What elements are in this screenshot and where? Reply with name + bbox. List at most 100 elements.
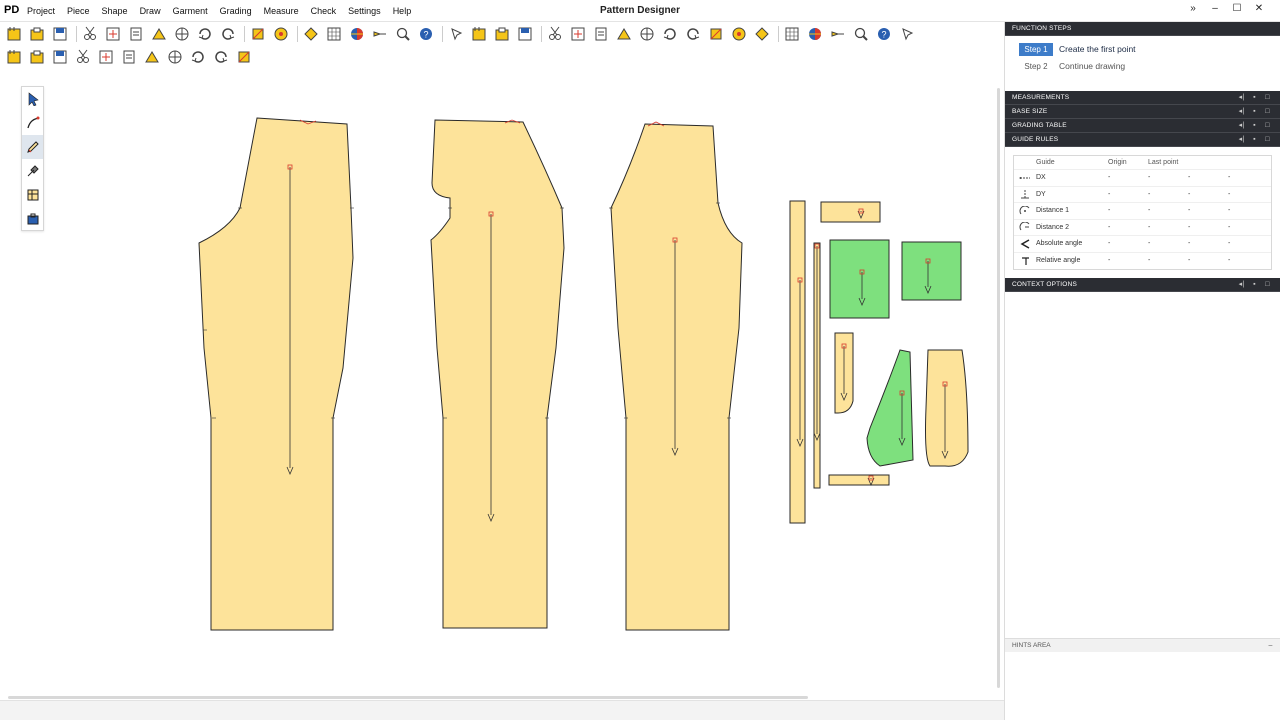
select-point-icon[interactable]: [4, 47, 24, 67]
guide-row[interactable]: Distance 1 - - - -: [1014, 203, 1271, 220]
step-1[interactable]: Step 1 Create the first point: [1019, 41, 1280, 57]
dock-icon[interactable]: ◂|: [1235, 278, 1248, 292]
rotate-icon[interactable]: [96, 47, 116, 67]
redo-icon[interactable]: [271, 24, 291, 44]
base-size-header[interactable]: BASE SIZE ◂| ▪ □: [1005, 105, 1280, 119]
menu-piece[interactable]: Piece: [67, 6, 90, 16]
ellipse-icon[interactable]: [50, 47, 70, 67]
measure-icon[interactable]: [706, 24, 726, 44]
menu-grading[interactable]: Grading: [220, 6, 252, 16]
pocket-bag-green-piece-2[interactable]: [901, 241, 962, 301]
cut-icon[interactable]: [80, 24, 100, 44]
guide-row[interactable]: DY - - - -: [1014, 187, 1271, 203]
menu-shape[interactable]: Shape: [102, 6, 128, 16]
piece-icon[interactable]: [301, 24, 321, 44]
notch-icon[interactable]: [805, 24, 825, 44]
vertical-scroll-thumb[interactable]: [997, 88, 1000, 688]
pattern-canvas[interactable]: [0, 68, 1000, 698]
back-trouser-piece[interactable]: [430, 119, 565, 629]
arrow-tool-icon[interactable]: [446, 24, 466, 44]
piece-add-icon[interactable]: [370, 24, 390, 44]
table-icon[interactable]: [492, 24, 512, 44]
paste-piece-icon[interactable]: [172, 24, 192, 44]
menu-measure[interactable]: Measure: [264, 6, 299, 16]
front-trouser-left-piece[interactable]: [198, 117, 354, 631]
curve-icon[interactable]: [73, 47, 93, 67]
horizontal-scroll-thumb[interactable]: [8, 696, 808, 699]
briefcase-tool-icon[interactable]: [22, 207, 43, 231]
zoom-window-icon[interactable]: [545, 24, 565, 44]
zoom-out-icon[interactable]: [637, 24, 657, 44]
save-icon[interactable]: [50, 24, 70, 44]
scissors-icon[interactable]: [126, 24, 146, 44]
float-icon[interactable]: □: [1261, 278, 1274, 292]
pocket-facing-piece[interactable]: [925, 349, 969, 467]
zoom-all-icon[interactable]: [660, 24, 680, 44]
grid-tool-icon[interactable]: [22, 183, 43, 207]
maximize-icon[interactable]: ☐: [1226, 3, 1248, 14]
pointer-icon[interactable]: [22, 87, 43, 111]
dock-icon[interactable]: ◂|: [1235, 105, 1248, 119]
measure-add-icon[interactable]: [729, 24, 749, 44]
piece-menu-icon[interactable]: [324, 24, 344, 44]
dock-icon[interactable]: ◂|: [1235, 91, 1248, 105]
pin-icon[interactable]: ▪: [1248, 105, 1261, 119]
menu-check[interactable]: Check: [311, 6, 337, 16]
vertical-scrollbar[interactable]: [996, 68, 1001, 695]
pin-icon[interactable]: ▪: [1248, 278, 1261, 292]
float-icon[interactable]: □: [1261, 119, 1274, 133]
guide-row[interactable]: Absolute angle - - - -: [1014, 236, 1271, 253]
grading-table-header[interactable]: GRADING TABLE ◂| ▪ □: [1005, 119, 1280, 133]
select-box-icon[interactable]: [27, 47, 47, 67]
refresh-icon[interactable]: [119, 47, 139, 67]
piece-group-icon[interactable]: [347, 24, 367, 44]
car-icon[interactable]: [752, 24, 772, 44]
pocket-green-angled-piece[interactable]: [866, 349, 914, 467]
help-icon[interactable]: [782, 24, 802, 44]
guide-row[interactable]: Relative angle - - - -: [1014, 253, 1271, 270]
pin-icon[interactable]: ▪: [1248, 119, 1261, 133]
color-icon[interactable]: [393, 24, 413, 44]
context-options-header[interactable]: CONTEXT OPTIONS ◂| ▪ □: [1005, 278, 1280, 292]
snapshot-icon[interactable]: [683, 24, 703, 44]
zoom-fit-icon[interactable]: [591, 24, 611, 44]
curve-tool-icon[interactable]: [22, 111, 43, 135]
small-rect-top-piece[interactable]: [820, 201, 881, 223]
zoom-in-icon[interactable]: [614, 24, 634, 44]
guide-row[interactable]: DX - - - -: [1014, 170, 1271, 187]
menu-project[interactable]: Project: [27, 6, 55, 16]
guide-row[interactable]: Distance 2 - - - -: [1014, 220, 1271, 236]
float-icon[interactable]: □: [1261, 105, 1274, 119]
front-trouser-right-piece[interactable]: [610, 123, 743, 631]
step-2[interactable]: Step 2 Continue drawing: [1019, 58, 1280, 74]
pocket-bag-green-piece[interactable]: [829, 239, 890, 319]
draw-tool-icon[interactable]: [22, 135, 43, 159]
pin-icon[interactable]: ▪: [1248, 91, 1261, 105]
expand-icon[interactable]: »: [1182, 3, 1204, 14]
copy-piece-icon[interactable]: [149, 24, 169, 44]
menu-garment[interactable]: Garment: [173, 6, 208, 16]
pattern-drawing[interactable]: [0, 68, 1000, 698]
close-icon[interactable]: ✕: [1248, 3, 1270, 14]
grid-icon[interactable]: ?: [416, 24, 436, 44]
knife-tool-icon[interactable]: [22, 159, 43, 183]
dock-icon[interactable]: ◂|: [1235, 133, 1248, 147]
layout-icon[interactable]: [469, 24, 489, 44]
layer-icon[interactable]: ?: [874, 24, 894, 44]
pin-icon[interactable]: ▪: [1248, 133, 1261, 147]
visibility-icon[interactable]: [897, 24, 917, 44]
guide-rules-header[interactable]: GUIDE RULES ◂| ▪ □: [1005, 133, 1280, 147]
zoom-icon[interactable]: [568, 24, 588, 44]
function-steps-header[interactable]: FUNCTION STEPS: [1005, 22, 1280, 36]
target-icon[interactable]: [142, 47, 162, 67]
undo-icon[interactable]: [248, 24, 268, 44]
delete-point-icon[interactable]: [851, 24, 871, 44]
plot-icon[interactable]: [218, 24, 238, 44]
export-icon[interactable]: [103, 24, 123, 44]
measurements-header[interactable]: MEASUREMENTS ◂| ▪ □: [1005, 91, 1280, 105]
float-icon[interactable]: □: [1261, 91, 1274, 105]
dock-icon[interactable]: ◂|: [1235, 119, 1248, 133]
float-icon[interactable]: □: [1261, 133, 1274, 147]
folder-icon[interactable]: [515, 24, 535, 44]
menu-draw[interactable]: Draw: [140, 6, 161, 16]
